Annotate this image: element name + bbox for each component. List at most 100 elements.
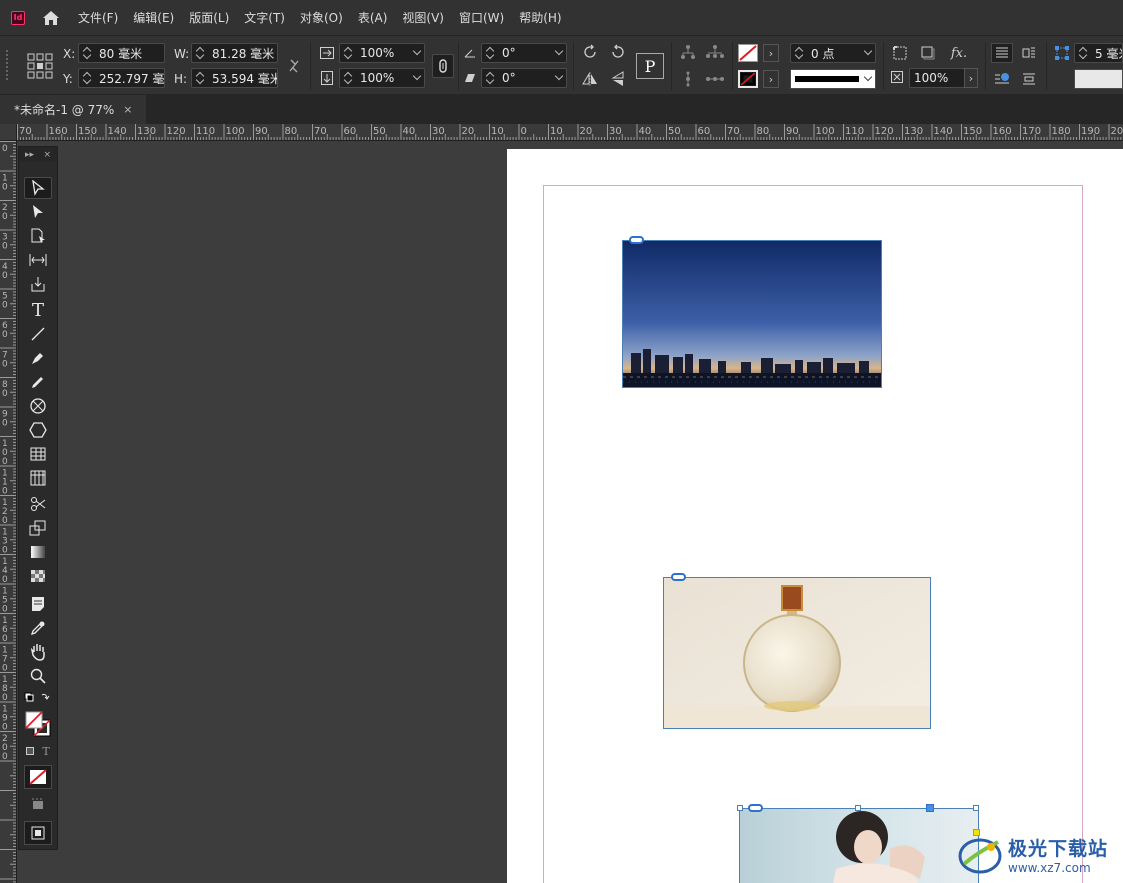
table-tool[interactable] xyxy=(24,443,52,465)
rotate-clockwise-icon[interactable] xyxy=(580,42,600,62)
flip-horizontal-icon[interactable] xyxy=(580,69,600,89)
grid-tool[interactable] xyxy=(24,467,52,489)
apply-none-button[interactable] xyxy=(24,765,52,789)
select-content-icon[interactable] xyxy=(704,42,726,62)
hand-tool[interactable] xyxy=(24,641,52,663)
y-field[interactable]: 252.797 毫 xyxy=(78,68,165,88)
menu-object[interactable]: 对象(O) xyxy=(300,9,343,26)
ruler-origin[interactable] xyxy=(0,124,17,141)
link-scale-icon[interactable] xyxy=(432,54,454,78)
selection-tool[interactable] xyxy=(24,177,52,199)
menu-help[interactable]: 帮助(H) xyxy=(519,9,561,26)
default-colors-control[interactable] xyxy=(24,690,52,706)
fill-chevron-right-icon[interactable]: › xyxy=(763,44,779,62)
menu-view[interactable]: 视图(V) xyxy=(402,9,444,26)
close-icon[interactable]: × xyxy=(123,103,132,116)
auto-fit-icon[interactable] xyxy=(1052,43,1072,63)
panel-grip[interactable] xyxy=(6,50,12,80)
rotate-counterclockwise-icon[interactable] xyxy=(608,42,628,62)
drop-shadow-icon[interactable] xyxy=(918,43,938,63)
select-container-icon[interactable] xyxy=(678,42,698,62)
rectangle-frame-tool[interactable] xyxy=(24,395,52,417)
opacity-field[interactable]: 100% xyxy=(909,68,965,88)
link-icon[interactable] xyxy=(748,804,763,812)
collapse-icon[interactable]: ▸▸ xyxy=(25,150,34,160)
chevron-down-icon[interactable] xyxy=(412,71,422,81)
shear-field[interactable]: 0° xyxy=(481,68,567,88)
h-field[interactable]: 53.594 毫米 xyxy=(191,68,278,88)
text-wrap-shape-icon[interactable] xyxy=(991,69,1013,89)
gap-field[interactable]: 5 毫米 xyxy=(1074,43,1123,63)
chevron-down-icon[interactable] xyxy=(412,46,422,56)
y-spinner[interactable] xyxy=(82,71,92,85)
document-page[interactable] xyxy=(507,149,1123,883)
menu-type[interactable]: 文字(T) xyxy=(244,9,285,26)
content-grabber-handle[interactable] xyxy=(926,804,934,812)
pasteboard[interactable] xyxy=(17,141,1123,883)
content-collector-tool[interactable] xyxy=(24,273,52,295)
constrain-proportions-icon[interactable] xyxy=(284,56,304,76)
gradient-swatch-tool[interactable] xyxy=(24,541,52,563)
menu-file[interactable]: 文件(F) xyxy=(78,9,118,26)
scissors-tool[interactable] xyxy=(24,493,52,515)
screen-mode-control[interactable] xyxy=(24,795,52,813)
polygon-tool[interactable] xyxy=(24,419,52,441)
image-frame-cityscape[interactable] xyxy=(622,240,882,388)
image-frame-portrait[interactable] xyxy=(739,808,979,883)
stroke-type-select[interactable] xyxy=(790,69,876,89)
shear-spinner[interactable] xyxy=(485,71,495,85)
text-wrap-bounding-icon[interactable] xyxy=(1018,43,1040,63)
scale-y-field[interactable]: 100% xyxy=(339,68,425,88)
style-swatch[interactable] xyxy=(1074,69,1123,89)
stroke-swatch[interactable] xyxy=(738,70,758,88)
home-icon[interactable] xyxy=(40,7,62,29)
select-previous-icon[interactable] xyxy=(678,69,698,89)
note-tool[interactable] xyxy=(24,593,52,615)
gap-tool[interactable] xyxy=(24,249,52,271)
frame-fitting-icon[interactable] xyxy=(890,43,910,63)
w-field[interactable]: 81.28 毫米 xyxy=(191,43,278,63)
scale-y-spinner[interactable] xyxy=(343,71,353,85)
link-icon[interactable] xyxy=(671,573,686,581)
line-tool[interactable] xyxy=(24,323,52,345)
w-spinner[interactable] xyxy=(195,46,205,60)
horizontal-ruler[interactable]: 70 160 150 140 130 120 110 100 90 80 70 60 50 40 30 20 1… xyxy=(17,124,1123,141)
pen-tool[interactable] xyxy=(24,347,52,369)
eyedropper-tool[interactable] xyxy=(24,617,52,639)
scale-x-spinner[interactable] xyxy=(343,46,353,60)
menu-layout[interactable]: 版面(L) xyxy=(189,9,229,26)
stroke-chevron-right-icon[interactable]: › xyxy=(763,70,779,88)
formatting-affects-container[interactable]: T xyxy=(24,743,52,759)
document-tab[interactable]: *未命名-1 @ 77% × xyxy=(0,95,146,124)
effects-icon[interactable]: fx. xyxy=(946,43,972,63)
view-mode-button[interactable] xyxy=(24,821,52,845)
chevron-down-icon[interactable] xyxy=(863,72,873,82)
text-wrap-jump-icon[interactable] xyxy=(1018,69,1040,89)
chevron-down-icon[interactable] xyxy=(554,71,564,81)
stroke-weight-spinner[interactable] xyxy=(794,46,804,60)
image-frame-perfume[interactable] xyxy=(663,577,931,729)
selection-handle[interactable] xyxy=(737,805,743,811)
rotate-spinner[interactable] xyxy=(485,46,495,60)
free-transform-tool[interactable] xyxy=(24,517,52,539)
gradient-feather-tool[interactable] xyxy=(24,565,52,587)
x-spinner[interactable] xyxy=(82,46,92,60)
opacity-chevron-right-icon[interactable]: › xyxy=(964,68,978,88)
link-icon[interactable] xyxy=(629,236,644,244)
tools-panel-header[interactable]: ▸▸ × xyxy=(19,147,57,162)
h-spinner[interactable] xyxy=(195,71,205,85)
rotate-field[interactable]: 0° xyxy=(481,43,567,63)
menu-window[interactable]: 窗口(W) xyxy=(459,9,504,26)
reference-point-icon[interactable] xyxy=(26,52,54,80)
select-next-icon[interactable] xyxy=(704,69,726,89)
stroke-weight-field[interactable]: 0 点 xyxy=(790,43,876,63)
fill-none-swatch[interactable] xyxy=(738,44,758,62)
menu-table[interactable]: 表(A) xyxy=(358,9,388,26)
selection-handle[interactable] xyxy=(973,805,979,811)
fill-stroke-control[interactable] xyxy=(24,709,52,739)
pencil-tool[interactable] xyxy=(24,371,52,393)
zoom-tool[interactable] xyxy=(24,665,52,687)
chevron-down-icon[interactable] xyxy=(863,46,873,56)
menu-edit[interactable]: 编辑(E) xyxy=(133,9,174,26)
page-tool[interactable] xyxy=(24,225,52,247)
